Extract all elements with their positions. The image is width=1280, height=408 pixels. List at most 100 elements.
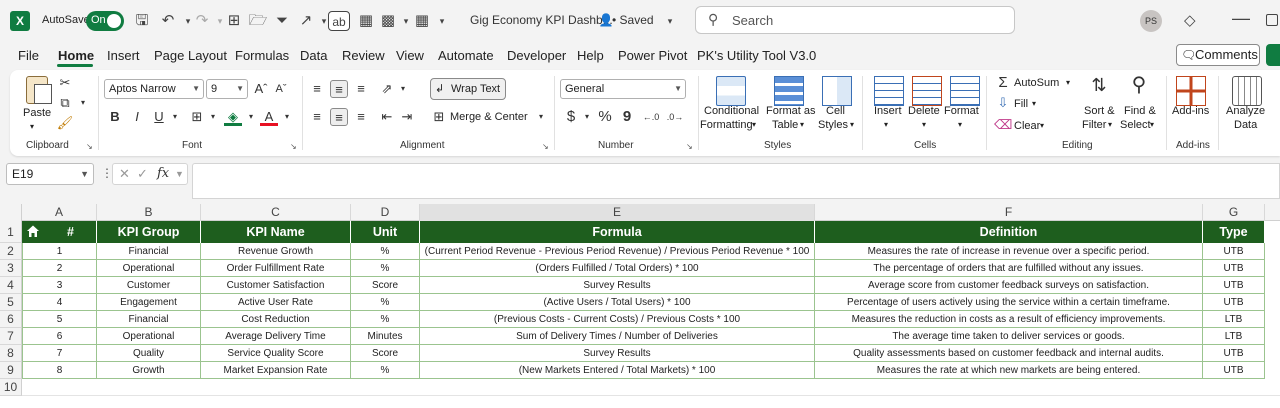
fill-down-icon[interactable]: ⇩	[994, 94, 1012, 112]
sort-filter-label-2[interactable]: Filter	[1082, 118, 1106, 132]
table-cell[interactable]: UTB	[1203, 294, 1265, 311]
conditional-formatting-label-2[interactable]: Formatting	[700, 118, 753, 132]
comments-button[interactable]: 🗨 Comments	[1176, 44, 1260, 66]
underline-dropdown-icon[interactable]: ▾	[166, 108, 184, 126]
borders-dropdown-icon[interactable]: ▾	[204, 108, 222, 126]
table-header-cell[interactable]: KPI Group	[97, 221, 201, 243]
fill-color-dropdown-icon[interactable]: ▾	[242, 108, 260, 126]
align-middle-icon[interactable]: ≡	[330, 80, 348, 98]
number-format-combo[interactable]: General ▼	[560, 79, 686, 99]
table-cell[interactable]: Average score from customer feedback sur…	[815, 277, 1203, 294]
table-cell[interactable]: %	[351, 243, 420, 260]
font-color-icon[interactable]: A	[260, 108, 278, 126]
share-button[interactable]	[1266, 44, 1280, 66]
premium-diamond-icon[interactable]: ◇	[1184, 11, 1196, 29]
format-as-table-label[interactable]: Format as	[766, 104, 816, 118]
table-cell[interactable]: 7	[22, 345, 97, 362]
format-as-table-dropdown-icon[interactable]: ▾	[800, 118, 804, 132]
cancel-icon[interactable]: ✕	[119, 166, 130, 182]
row-header-2[interactable]: 2	[0, 243, 22, 260]
table-cell[interactable]: 6	[22, 328, 97, 345]
tab-page-layout[interactable]: Page Layout	[154, 48, 227, 63]
row-header-10[interactable]: 10	[0, 379, 22, 396]
insert-function-icon[interactable]: fx	[157, 166, 169, 181]
clipboard-launcher-icon[interactable]: ↘	[86, 142, 93, 151]
paste-dropdown-icon[interactable]: ▾	[30, 120, 34, 134]
row-header-1[interactable]: 1	[0, 221, 22, 243]
table-cell[interactable]: UTB	[1203, 362, 1265, 379]
font-size-combo[interactable]: 9 ▼	[206, 79, 248, 99]
cut-icon[interactable]: ✂	[56, 74, 74, 92]
table-icon[interactable]: ▦	[356, 11, 376, 31]
format-as-table-label-2[interactable]: Table	[772, 118, 798, 132]
cell-styles-icon[interactable]	[822, 76, 852, 106]
row-header-7[interactable]: 7	[0, 328, 22, 345]
table-cell[interactable]: UTB	[1203, 260, 1265, 277]
table-cell[interactable]: Engagement	[97, 294, 201, 311]
home-button[interactable]	[22, 221, 45, 243]
number-launcher-icon[interactable]: ↘	[686, 142, 693, 151]
find-select-label[interactable]: Find &	[1124, 104, 1156, 118]
paste-icon[interactable]	[26, 76, 52, 104]
find-select-label-2[interactable]: Select	[1120, 118, 1151, 132]
table-cell[interactable]: %	[351, 260, 420, 277]
table-cell[interactable]: %	[351, 294, 420, 311]
table-cell[interactable]: Operational	[97, 328, 201, 345]
calculator-grid-icon[interactable]: ▩	[378, 11, 398, 31]
table-cell[interactable]: Survey Results	[420, 345, 815, 362]
tab-pk-utility-tool[interactable]: PK's Utility Tool V3.0	[697, 48, 816, 63]
conditional-formatting-label[interactable]: Conditional	[704, 104, 759, 118]
tab-review[interactable]: Review	[342, 48, 385, 63]
tab-developer[interactable]: Developer	[507, 48, 566, 63]
tab-home[interactable]: Home	[58, 48, 94, 63]
tab-file[interactable]: File	[18, 48, 39, 63]
insert-cells-icon[interactable]	[874, 76, 904, 106]
table-cell[interactable]: 2	[22, 260, 97, 277]
table-cell[interactable]: UTB	[1203, 277, 1265, 294]
tab-automate[interactable]: Automate	[438, 48, 494, 63]
cell-styles-label-2[interactable]: Styles	[818, 118, 848, 132]
table-cell[interactable]: LTB	[1203, 311, 1265, 328]
enter-icon[interactable]: ✓	[137, 166, 148, 182]
increase-indent-icon[interactable]: ⇥	[398, 108, 416, 126]
empty-row[interactable]	[22, 379, 1280, 396]
percent-button[interactable]: %	[596, 108, 614, 126]
saved-status[interactable]: • Saved	[612, 13, 654, 27]
align-top-icon[interactable]: ≡	[308, 80, 326, 98]
fill-dropdown-icon[interactable]: ▾	[1032, 97, 1036, 111]
calculator-icon[interactable]: ▦	[412, 11, 432, 31]
name-box[interactable]: E19 ▼	[6, 163, 94, 185]
alignment-launcher-icon[interactable]: ↘	[542, 142, 549, 151]
customize-qa-icon[interactable]: ▾	[432, 11, 452, 31]
column-header-d[interactable]: D	[351, 204, 420, 221]
table-cell[interactable]: The percentage of orders that are fulfil…	[815, 260, 1203, 277]
save-icon[interactable]: 🖫	[132, 11, 152, 31]
increase-font-icon[interactable]: Aˆ	[252, 80, 270, 98]
sort-filter-icon[interactable]: ⇅	[1086, 76, 1112, 102]
clear-label[interactable]: Clear	[1014, 119, 1040, 133]
cell-styles-dropdown-icon[interactable]: ▾	[850, 118, 854, 132]
font-color-dropdown-icon[interactable]: ▾	[278, 108, 296, 126]
analyze-data-label-2[interactable]: Data	[1234, 118, 1257, 132]
table-cell[interactable]: Score	[351, 277, 420, 294]
align-left-icon[interactable]: ≡	[308, 108, 326, 126]
table-cell[interactable]: %	[351, 362, 420, 379]
table-cell[interactable]: Cost Reduction	[201, 311, 351, 328]
column-header-e[interactable]: E	[420, 204, 815, 221]
merge-dropdown-icon[interactable]: ▾	[532, 108, 550, 126]
conditional-formatting-dropdown-icon[interactable]: ▾	[752, 118, 756, 132]
tab-formulas[interactable]: Formulas	[235, 48, 289, 63]
tab-data[interactable]: Data	[300, 48, 327, 63]
table-cell[interactable]: 1	[22, 243, 97, 260]
fx-dropdown-icon[interactable]: ▼	[175, 169, 184, 179]
format-as-table-icon[interactable]	[774, 76, 804, 106]
font-launcher-icon[interactable]: ↘	[290, 142, 297, 151]
table-cell[interactable]: Average Delivery Time	[201, 328, 351, 345]
table-header-cell[interactable]: Formula	[420, 221, 815, 243]
tab-help[interactable]: Help	[577, 48, 604, 63]
column-header-b[interactable]: B	[97, 204, 201, 221]
table-header-cell[interactable]: Definition	[815, 221, 1203, 243]
table-cell[interactable]: Measures the reduction in costs as a res…	[815, 311, 1203, 328]
undo-icon[interactable]: ↶	[158, 11, 178, 31]
table-cell[interactable]: Minutes	[351, 328, 420, 345]
